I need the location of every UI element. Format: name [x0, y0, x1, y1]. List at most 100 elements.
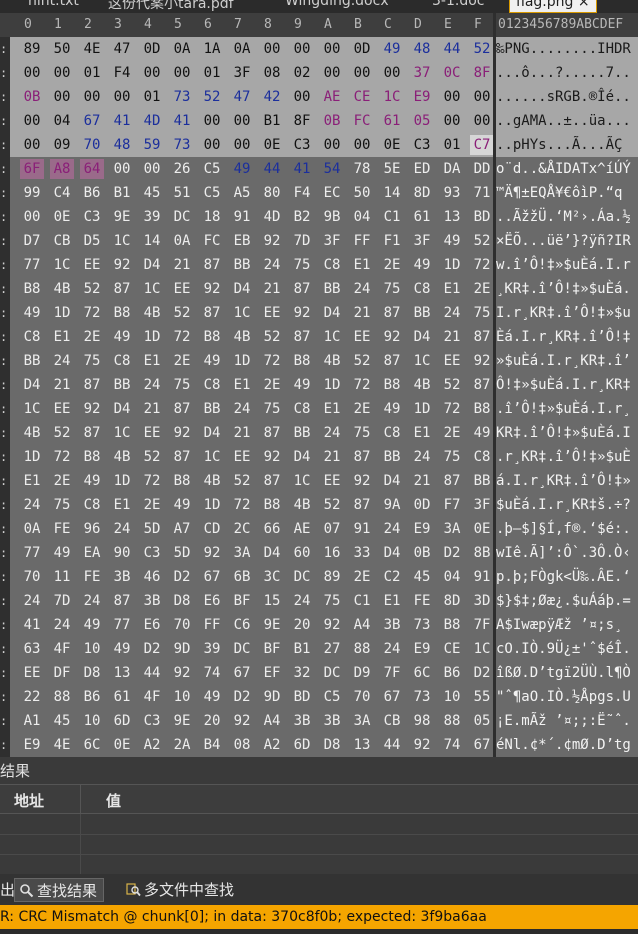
hex-row[interactable]: 41 24 49 77 E6 70 FF C6 9E 20 92 A4 3B 73 B8 7F [10, 613, 493, 637]
ascii-row[interactable]: »$uÈá.I.r¸KR‡.î’ [496, 349, 638, 373]
ascii-text[interactable]: ......sRGB.®Îé.. [496, 87, 631, 107]
hex-byte[interactable]: 54 [320, 159, 344, 179]
hex-byte[interactable]: 92 [80, 399, 104, 419]
hex-byte[interactable]: 75 [350, 423, 374, 443]
hex-byte[interactable]: 49 [200, 351, 224, 371]
hex-byte[interactable]: 52 [140, 447, 164, 467]
hex-byte[interactable]: 50 [50, 39, 74, 59]
hex-byte[interactable]: 6F [20, 159, 44, 179]
hex-byte[interactable]: C8 [380, 423, 404, 443]
hex-byte[interactable]: 48 [410, 39, 434, 59]
hex-byte[interactable]: 15 [260, 591, 284, 611]
tab-hint-txt[interactable]: hint.txt [28, 0, 79, 13]
hex-byte[interactable]: D8 [320, 735, 344, 755]
hex-byte[interactable]: 87 [290, 279, 314, 299]
hex-byte[interactable]: 00 [290, 39, 314, 59]
hex-byte[interactable]: E1 [440, 279, 464, 299]
hex-byte[interactable]: 4D [140, 111, 164, 131]
ascii-row[interactable]: w.î’Ô!‡»$uÈá.I.r [496, 253, 638, 277]
hex-byte[interactable]: C5 [200, 159, 224, 179]
hex-byte[interactable]: 3A [440, 519, 464, 539]
hex-byte[interactable]: 1C [140, 279, 164, 299]
hex-byte[interactable]: CB [380, 711, 404, 731]
hex-byte[interactable]: 87 [110, 279, 134, 299]
hex-byte[interactable]: 52 [350, 351, 374, 371]
hex-byte[interactable]: 0E [260, 135, 284, 155]
hex-byte[interactable]: 00 [230, 135, 254, 155]
hex-row[interactable]: 4B 52 87 1C EE 92 D4 21 87 BB 24 75 C8 E1 2E 49 [10, 421, 493, 445]
ascii-text[interactable]: îßØ.D’tgï2ÜÙ.l¶Ò [496, 663, 631, 683]
hex-byte[interactable]: EE [50, 399, 74, 419]
hex-byte[interactable]: 71 [470, 183, 493, 203]
hex-byte[interactable]: B8 [470, 399, 493, 419]
ascii-text[interactable]: Èá.I.r¸KR‡.î’Ô!‡ [496, 327, 631, 347]
hex-byte[interactable]: A4 [260, 711, 284, 731]
hex-byte[interactable]: 3F [410, 231, 434, 251]
hex-byte[interactable]: 04 [440, 567, 464, 587]
column-address[interactable]: 地址 [14, 790, 44, 811]
hex-byte[interactable]: 00 [380, 63, 404, 83]
hex-byte[interactable]: 75 [80, 351, 104, 371]
ascii-row[interactable]: cO.IÒ.9Ü¿±'ˆ$éÎ. [496, 637, 638, 661]
hex-byte[interactable]: 7F [470, 615, 493, 635]
hex-byte[interactable]: C8 [320, 255, 344, 275]
hex-byte[interactable]: 52 [440, 375, 464, 395]
hex-byte[interactable]: 8F [290, 111, 314, 131]
hex-byte[interactable]: D2 [140, 639, 164, 659]
hex-byte[interactable]: EE [170, 279, 194, 299]
ascii-row[interactable]: á.I.r¸KR‡.î’Ô!‡» [496, 469, 638, 493]
ascii-row[interactable]: I.r¸KR‡.î’Ô!‡»$u [496, 301, 638, 325]
hex-byte[interactable]: E9 [410, 639, 434, 659]
hex-byte[interactable]: 24 [320, 423, 344, 443]
hex-byte[interactable]: 02 [290, 63, 314, 83]
hex-byte[interactable]: C8 [200, 375, 224, 395]
ascii-row[interactable]: ‰PNG........IHDR [496, 37, 638, 61]
hex-byte[interactable]: 37 [410, 63, 434, 83]
ascii-text[interactable]: Ô!‡»$uÈá.I.r¸KR‡ [496, 375, 631, 395]
ascii-row[interactable]: éNl.¢*´.¢mØ.D’tg [496, 733, 638, 757]
hex-row[interactable]: 63 4F 10 49 D2 9D 39 DC BF B1 27 88 24 E9 CE 1C [10, 637, 493, 661]
ascii-row[interactable]: ..ÃžžÜ.‘M²›.Áa.½ [496, 205, 638, 229]
hex-byte[interactable]: F1 [380, 231, 404, 251]
hex-byte[interactable]: 24 [110, 519, 134, 539]
hex-byte[interactable]: 2A [170, 735, 194, 755]
hex-byte[interactable]: 00 [140, 63, 164, 83]
hex-byte[interactable]: 75 [170, 375, 194, 395]
hex-byte[interactable]: 73 [170, 135, 194, 155]
ascii-row[interactable]: ™Ä¶±EQÅ¥€ôìP.“q [496, 181, 638, 205]
hex-byte[interactable]: 49 [380, 39, 404, 59]
hex-byte[interactable]: B8 [80, 447, 104, 467]
hex-byte[interactable]: 2E [140, 495, 164, 515]
ascii-row[interactable]: ..pHYs...Ã...ÃÇ [496, 133, 638, 157]
hex-byte[interactable]: 73 [410, 687, 434, 707]
hex-byte[interactable]: 49 [80, 615, 104, 635]
hex-byte[interactable]: 7F [380, 663, 404, 683]
hex-byte[interactable]: DC [290, 567, 314, 587]
hex-byte[interactable]: C3 [410, 135, 434, 155]
hex-byte[interactable]: FF [350, 231, 374, 251]
hex-byte[interactable]: 47 [110, 39, 134, 59]
hex-byte[interactable]: 00 [20, 111, 44, 131]
hex-byte[interactable]: 92 [200, 543, 224, 563]
ascii-row[interactable]: ..gAMA..±..üa... [496, 109, 638, 133]
hex-byte[interactable]: 0A [230, 39, 254, 59]
hex-byte[interactable]: 52 [170, 303, 194, 323]
hex-byte[interactable]: 0A [170, 231, 194, 251]
hex-byte[interactable]: 4B [290, 495, 314, 515]
tab-flag-png[interactable]: flag.png × [509, 0, 597, 13]
hex-byte[interactable]: 72 [80, 303, 104, 323]
ascii-row[interactable]: îßØ.D’tgï2ÜÙ.l¶Ò [496, 661, 638, 685]
hex-byte[interactable]: 59 [140, 135, 164, 155]
hex-byte[interactable]: 9A [380, 495, 404, 515]
hex-byte[interactable]: C3 [140, 711, 164, 731]
hex-byte[interactable]: 45 [50, 711, 74, 731]
hex-byte[interactable]: 87 [350, 447, 374, 467]
ascii-text[interactable]: ¸KR‡.î’Ô!‡»$uÈá. [496, 279, 631, 299]
hex-byte[interactable]: 6C [80, 735, 104, 755]
hex-byte[interactable]: 14 [140, 231, 164, 251]
hex-byte[interactable]: 21 [140, 399, 164, 419]
hex-byte[interactable]: 2E [440, 423, 464, 443]
hex-byte[interactable]: 52 [260, 327, 284, 347]
ascii-text[interactable]: á.I.r¸KR‡.î’Ô!‡» [496, 471, 631, 491]
hex-byte[interactable]: BB [230, 255, 254, 275]
